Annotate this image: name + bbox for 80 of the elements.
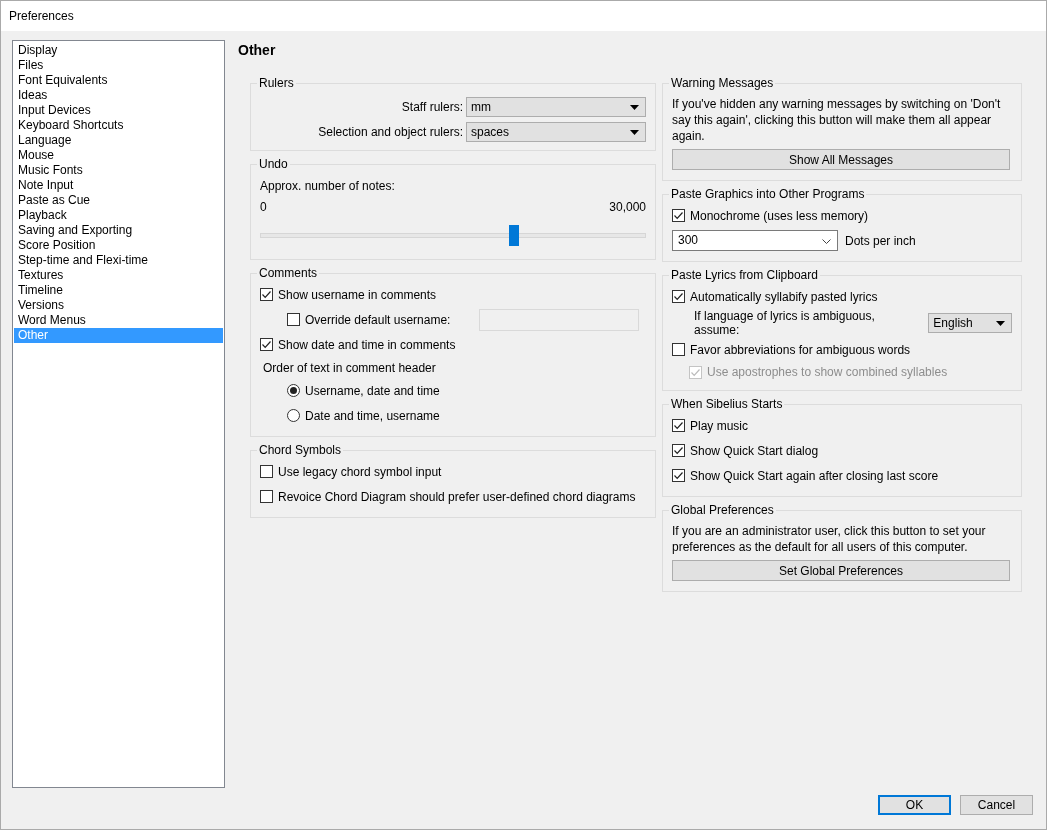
sidebar-item[interactable]: Paste as Cue	[14, 193, 223, 208]
dpi-combo-box[interactable]: 300	[672, 230, 838, 251]
checkbox-label: Revoice Chord Diagram should prefer user-defined chord diagrams	[278, 489, 636, 504]
field-label: Selection and object rulers:	[318, 125, 463, 139]
sidebar-item[interactable]: Keyboard Shortcuts	[14, 118, 223, 133]
checkbox[interactable]	[672, 419, 685, 432]
sidebar-item[interactable]: Step-time and Flexi-time	[14, 253, 223, 268]
slider-thumb[interactable]	[509, 225, 520, 246]
group-title: Warning Messages	[670, 76, 775, 90]
group-title: Paste Lyrics from Clipboard	[670, 268, 819, 282]
sidebar-item[interactable]: Note Input	[14, 178, 223, 193]
field-label: If language of lyrics is ambiguous, assume:	[694, 309, 876, 337]
slider-max-label: 30,000	[609, 200, 646, 214]
checkbox[interactable]	[672, 209, 685, 222]
description-text: If you've hidden any warning messages by switching on 'Don't say this again', clicking this button will make them all appear again.	[672, 96, 1002, 144]
checkbox[interactable]	[287, 313, 300, 326]
group-title: When Sibelius Starts	[670, 397, 784, 411]
sidebar-item[interactable]: Language	[14, 133, 223, 148]
sidebar-item[interactable]: Versions	[14, 298, 223, 313]
group-title: Paste Graphics into Other Programs	[670, 187, 866, 201]
sidebar-item[interactable]: Playback	[14, 208, 223, 223]
page-title: Other	[238, 42, 277, 58]
group-title: Global Preferences	[670, 503, 775, 517]
chevron-down-icon	[822, 239, 831, 244]
group-title: Undo	[258, 157, 289, 171]
sidebar-item[interactable]: Ideas	[14, 88, 223, 103]
caret-icon	[630, 130, 639, 135]
checkbox[interactable]	[260, 288, 273, 301]
slider-min-label: 0	[260, 200, 267, 214]
field-label: Staff rulers:	[401, 100, 463, 114]
field-label: Order of text in comment header	[263, 360, 436, 375]
checkbox[interactable]	[260, 465, 273, 478]
checkbox-label: Automatically syllabify pasted lyrics	[690, 289, 878, 304]
sidebar-item[interactable]: Textures	[14, 268, 223, 283]
dropdown[interactable]: English	[928, 313, 1012, 333]
sidebar-item[interactable]: Display	[14, 43, 223, 58]
checkbox-label: Play music	[690, 418, 748, 433]
sidebar-item[interactable]: Music Fonts	[14, 163, 223, 178]
sidebar-item[interactable]: Font Equivalents	[14, 73, 223, 88]
sidebar-item[interactable]: Timeline	[14, 283, 223, 298]
checkbox[interactable]	[260, 490, 273, 503]
sidebar-item[interactable]: Saving and Exporting	[14, 223, 223, 238]
checkbox[interactable]	[672, 444, 685, 457]
checkbox-label: Use apostrophes to show combined syllables	[707, 365, 948, 379]
checkbox-label: Show username in comments	[278, 287, 437, 302]
description-text: If you are an administrator user, click this button to set your preferences as the default for all users of this computer.	[672, 523, 987, 555]
caret-icon	[996, 321, 1005, 326]
checkbox-label: Show Quick Start again after closing last score	[690, 468, 939, 483]
set-global-preferences-button[interactable]: Set Global Preferences	[672, 560, 1010, 581]
checkbox[interactable]	[260, 338, 273, 351]
sidebar-item[interactable]: Word Menus	[14, 313, 223, 328]
dropdown[interactable]: spaces	[466, 122, 646, 142]
checkbox-label: Monochrome (uses less memory)	[690, 208, 869, 223]
sidebar-item[interactable]: Score Position	[14, 238, 223, 253]
group-title: Rulers	[258, 76, 295, 90]
radio-label: Date and time, username	[305, 408, 440, 423]
dialog-button[interactable]: Cancel	[960, 795, 1033, 815]
window-title: Preferences	[9, 9, 74, 23]
dropdown[interactable]: mm	[466, 97, 646, 117]
checkbox-label: Favor abbreviations for ambiguous words	[690, 342, 911, 357]
dialog-button[interactable]: OK	[878, 795, 951, 815]
group-title: Chord Symbols	[258, 443, 343, 457]
checkbox[interactable]	[672, 290, 685, 303]
sidebar-item[interactable]: Mouse	[14, 148, 223, 163]
checkbox-label: Show Quick Start dialog	[690, 443, 819, 458]
radio-button[interactable]	[287, 384, 300, 397]
group-title: Comments	[258, 266, 318, 280]
sidebar-item[interactable]: Input Devices	[14, 103, 223, 118]
checkbox[interactable]	[672, 343, 685, 356]
checkbox[interactable]	[672, 469, 685, 482]
caret-icon	[630, 105, 639, 110]
checkbox-label: Override default username:	[305, 312, 451, 327]
checkbox-label: Use legacy chord symbol input	[278, 464, 442, 479]
checkbox-label: Show date and time in comments	[278, 337, 456, 352]
field-label: Dots per inch	[845, 233, 916, 248]
radio-label: Username, date and time	[305, 383, 440, 398]
field-label: Approx. number of notes:	[260, 179, 396, 193]
radio-button[interactable]	[287, 409, 300, 422]
show-all-messages-button[interactable]: Show All Messages	[672, 149, 1010, 170]
sidebar-item[interactable]: Files	[14, 58, 223, 73]
